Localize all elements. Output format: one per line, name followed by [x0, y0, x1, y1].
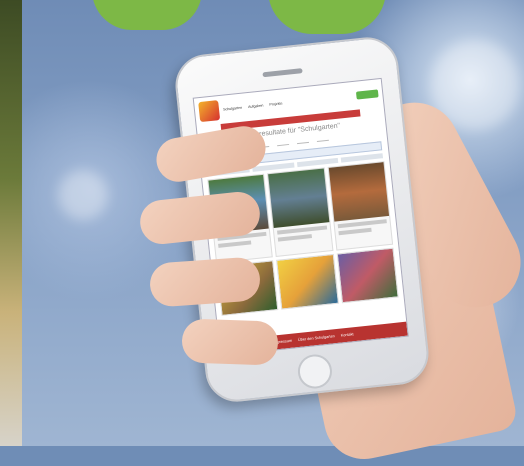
result-photo — [268, 168, 330, 228]
result-card[interactable] — [327, 161, 394, 251]
green-leaf-right — [268, 0, 386, 34]
phone-speaker — [262, 68, 303, 78]
green-button[interactable] — [355, 89, 379, 100]
nav-item[interactable]: Schulgarten — [223, 106, 243, 112]
filter-field[interactable] — [316, 132, 329, 143]
home-button — [296, 352, 334, 391]
result-text — [218, 240, 252, 248]
result-photo — [328, 162, 390, 222]
filter-field[interactable] — [296, 134, 310, 145]
result-photo[interactable] — [276, 253, 339, 310]
result-card[interactable] — [267, 167, 334, 257]
app-nav: Schulgarten Aufgaben Projekte — [223, 101, 283, 111]
bokeh-light — [58, 170, 108, 220]
nav-item[interactable]: Projekte — [269, 101, 283, 106]
photo-background: Schulgarten Aufgaben Projekte Suchresult… — [0, 0, 524, 466]
footer-link[interactable]: Über den Schulgarten — [298, 334, 335, 342]
filter-field[interactable] — [276, 136, 290, 147]
left-edge-strip — [0, 0, 22, 446]
app-logo — [198, 100, 221, 123]
green-leaf-left — [92, 0, 202, 30]
hand-finger — [181, 318, 279, 366]
footer-link[interactable]: Kontakt — [341, 332, 354, 337]
hand-finger — [148, 256, 262, 308]
result-photo[interactable] — [336, 247, 399, 304]
result-text — [277, 225, 327, 235]
result-text — [338, 227, 372, 236]
result-text — [278, 234, 312, 242]
nav-item[interactable]: Aufgaben — [248, 103, 264, 109]
